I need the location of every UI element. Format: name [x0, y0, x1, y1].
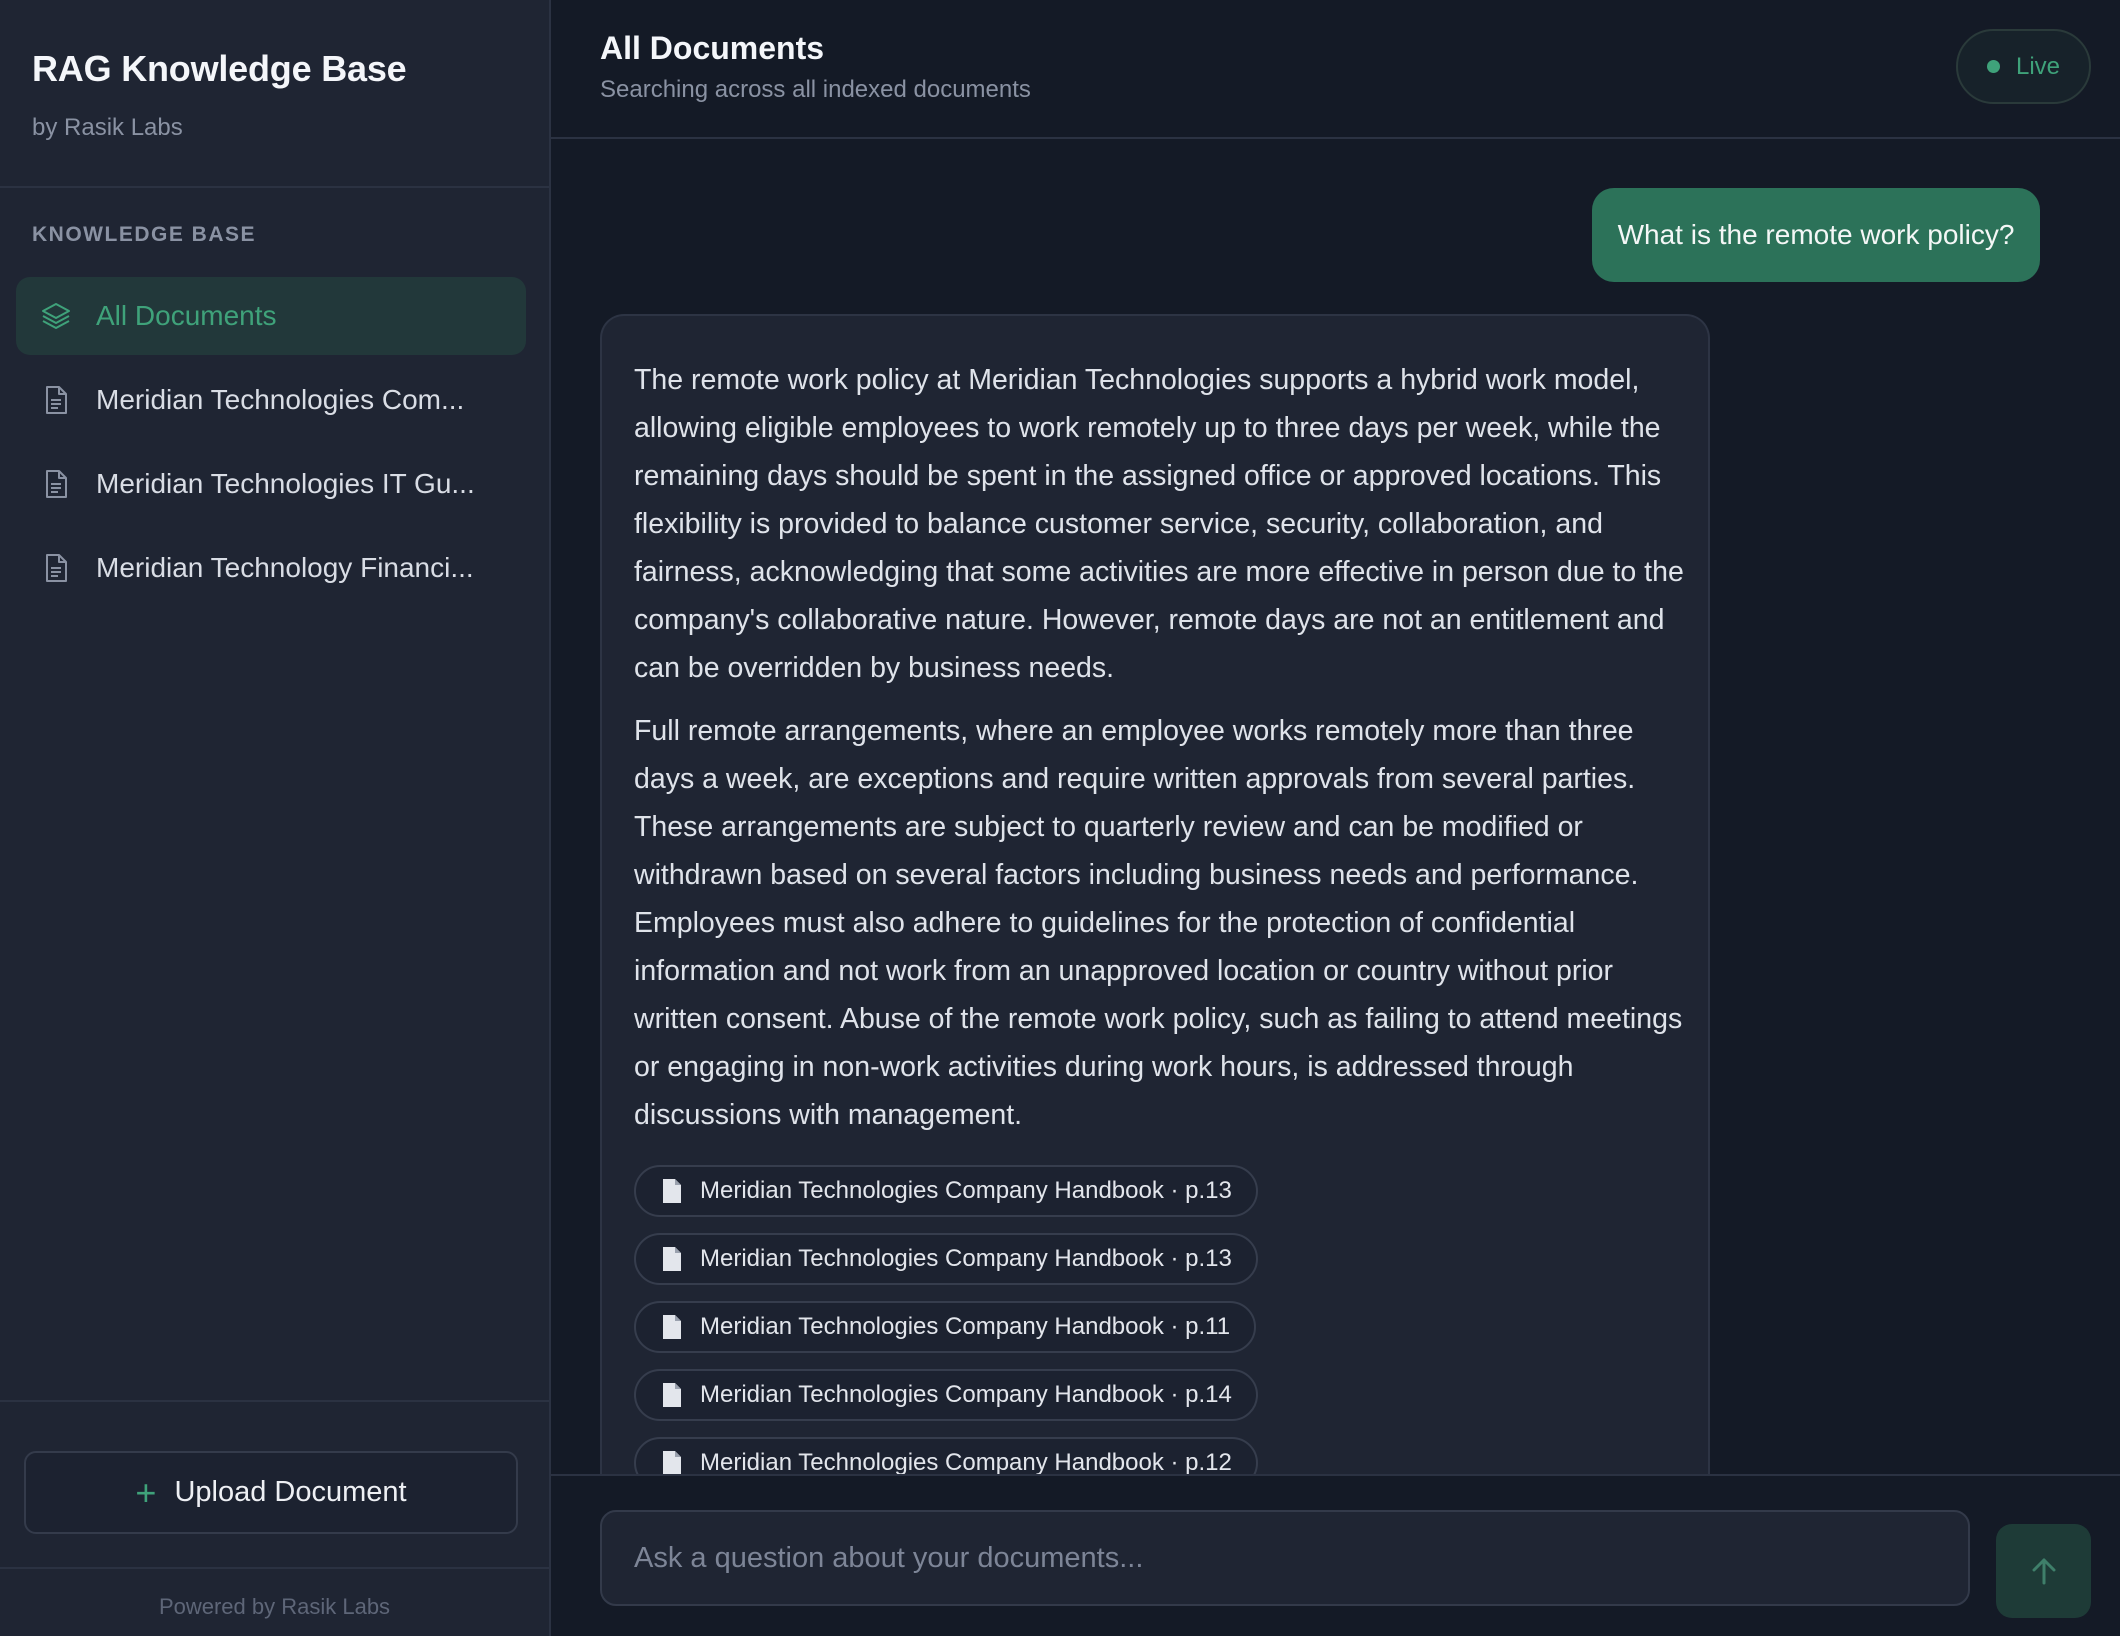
sidebar-item-it-guide[interactable]: Meridian Technologies IT Gu... — [16, 445, 526, 523]
file-icon — [660, 1314, 684, 1340]
document-list: All Documents Meridian Technologies Com.… — [16, 277, 526, 613]
source-chip[interactable]: Meridian Technologies Company Handbook ·… — [634, 1437, 1258, 1474]
source-label: Meridian Technologies Company Handbook ·… — [700, 1449, 1232, 1474]
sidebar-divider — [0, 186, 549, 188]
source-chip[interactable]: Meridian Technologies Company Handbook ·… — [634, 1233, 1258, 1285]
sidebar-item-company-handbook[interactable]: Meridian Technologies Com... — [16, 361, 526, 439]
source-chip[interactable]: Meridian Technologies Company Handbook ·… — [634, 1301, 1257, 1353]
status-badge: Live — [1956, 29, 2091, 104]
answer-paragraph: Full remote arrangements, where an emplo… — [634, 715, 1683, 1131]
plus-icon: + — [135, 1471, 157, 1513]
source-chip[interactable]: Meridian Technologies Company Handbook ·… — [634, 1369, 1258, 1421]
source-label: Meridian Technologies Company Handbook ·… — [700, 1177, 1232, 1204]
user-message: What is the remote work policy? — [1592, 188, 2040, 282]
upload-label: Upload Document — [174, 1476, 407, 1508]
footer-text: Powered by Rasik Labs — [158, 1594, 391, 1619]
layers-icon — [40, 300, 72, 332]
status-dot-icon — [1986, 60, 2000, 73]
source-label: Meridian Technologies Company Handbook ·… — [700, 1313, 1231, 1340]
sidebar-item-label: Meridian Technologies IT Gu... — [96, 468, 475, 499]
source-label: Meridian Technologies Company Handbook ·… — [700, 1245, 1232, 1272]
sidebar-divider — [0, 1567, 549, 1569]
brand-title: RAG Knowledge Base — [32, 48, 407, 89]
answer-text: The remote work policy at Meridian Techn… — [634, 356, 1684, 1154]
assistant-answer: The remote work policy at Meridian Techn… — [600, 314, 1710, 1474]
source-label: Meridian Technologies Company Handbook ·… — [700, 1381, 1232, 1408]
arrow-up-icon — [2032, 1558, 2055, 1585]
page-subtitle: Searching across all indexed documents — [600, 76, 1031, 103]
sidebar: RAG Knowledge Base by Rasik Labs KNOWLED… — [0, 0, 551, 1636]
composer — [551, 1474, 2120, 1636]
document-icon — [40, 468, 72, 500]
main-panel: All Documents Searching across all index… — [551, 0, 2120, 1636]
source-chip[interactable]: Meridian Technologies Company Handbook ·… — [634, 1165, 1258, 1217]
sidebar-item-label: Meridian Technology Financi... — [96, 552, 474, 583]
file-icon — [660, 1246, 684, 1272]
sidebar-item-label: Meridian Technologies Com... — [96, 384, 465, 415]
question-input[interactable] — [600, 1510, 1970, 1606]
send-button[interactable] — [1996, 1524, 2091, 1618]
upload-document-button[interactable]: + Upload Document — [24, 1451, 518, 1534]
page-title: All Documents — [600, 30, 825, 66]
file-icon — [660, 1382, 684, 1408]
file-icon — [660, 1450, 684, 1474]
document-icon — [40, 384, 72, 416]
answer-paragraph: The remote work policy at Meridian Techn… — [634, 364, 1684, 684]
brand-subtitle: by Rasik Labs — [32, 114, 183, 141]
brand: RAG Knowledge Base by Rasik Labs — [32, 48, 407, 142]
sidebar-divider — [0, 1400, 549, 1402]
sidebar-item-financial[interactable]: Meridian Technology Financi... — [16, 529, 526, 607]
file-icon — [660, 1178, 684, 1204]
status-label: Live — [2015, 52, 2061, 80]
sidebar-item-label: All Documents — [96, 300, 277, 331]
section-label: KNOWLEDGE BASE — [32, 223, 257, 246]
document-icon — [40, 552, 72, 584]
sidebar-item-all-documents[interactable]: All Documents — [16, 277, 526, 355]
header: All Documents Searching across all index… — [551, 0, 2120, 139]
source-list: Meridian Technologies Company Handbook ·… — [634, 1165, 1258, 1474]
